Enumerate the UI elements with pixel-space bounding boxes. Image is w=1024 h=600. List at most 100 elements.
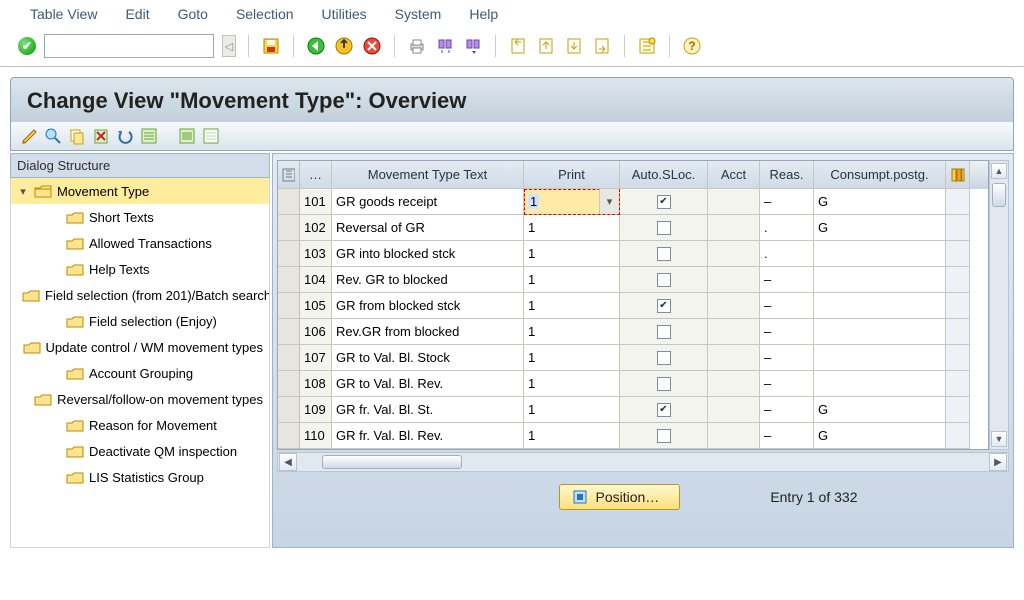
row-selector[interactable]	[278, 215, 300, 241]
column-config-icon[interactable]	[946, 161, 970, 189]
checkbox[interactable]	[657, 325, 671, 339]
find-icon[interactable]	[435, 36, 455, 56]
new-session-icon[interactable]	[637, 36, 657, 56]
cell-consumpt[interactable]	[814, 345, 946, 371]
tree-item[interactable]: LIS Statistics Group	[11, 464, 269, 490]
row-selector[interactable]	[278, 319, 300, 345]
checkbox[interactable]	[657, 273, 671, 287]
cell-auto-sloc[interactable]: ✔	[620, 189, 708, 215]
col-reas[interactable]: Reas.	[760, 161, 814, 189]
cell-acct[interactable]	[708, 241, 760, 267]
cell-reas[interactable]: –	[760, 319, 814, 345]
cell-print[interactable]: 1	[524, 241, 620, 267]
cell-print[interactable]: 1	[524, 423, 620, 449]
command-history-icon[interactable]: ◁	[222, 35, 236, 57]
command-field[interactable]	[44, 34, 214, 58]
cell-print[interactable]: 1	[524, 319, 620, 345]
copy-icon[interactable]	[67, 126, 87, 146]
row-selector[interactable]	[278, 293, 300, 319]
tree-item[interactable]: Reason for Movement	[11, 412, 269, 438]
select-all-icon[interactable]	[139, 126, 159, 146]
tree-item[interactable]: Allowed Transactions	[11, 230, 269, 256]
scroll-thumb[interactable]	[992, 183, 1006, 207]
exit-icon[interactable]	[334, 36, 354, 56]
cell-acct[interactable]	[708, 345, 760, 371]
delete-icon[interactable]	[91, 126, 111, 146]
hscroll-thumb[interactable]	[322, 455, 462, 469]
cell-auto-sloc[interactable]	[620, 345, 708, 371]
cell-auto-sloc[interactable]	[620, 241, 708, 267]
row-selector[interactable]	[278, 397, 300, 423]
cell-consumpt[interactable]	[814, 267, 946, 293]
collapse-arrow-icon[interactable]: ▾	[17, 185, 29, 198]
cell-consumpt[interactable]	[814, 371, 946, 397]
col-acct[interactable]: Acct	[708, 161, 760, 189]
menu-selection[interactable]: Selection	[236, 6, 294, 22]
first-page-icon[interactable]	[508, 36, 528, 56]
cell-reas[interactable]: –	[760, 293, 814, 319]
find-next-icon[interactable]	[463, 36, 483, 56]
cell-reas[interactable]: –	[760, 267, 814, 293]
cell-consumpt[interactable]: G	[814, 397, 946, 423]
scroll-up-icon[interactable]: ▲	[991, 163, 1007, 179]
row-selector[interactable]	[278, 241, 300, 267]
tree-item[interactable]: Deactivate QM inspection	[11, 438, 269, 464]
cell-consumpt[interactable]: G	[814, 215, 946, 241]
row-selector[interactable]	[278, 345, 300, 371]
cell-consumpt[interactable]	[814, 293, 946, 319]
cell-auto-sloc[interactable]	[620, 319, 708, 345]
cell-print[interactable]: 1	[524, 267, 620, 293]
checkbox[interactable]	[657, 351, 671, 365]
col-auto-sloc[interactable]: Auto.SLoc.	[620, 161, 708, 189]
scroll-right-icon[interactable]: ▶	[989, 453, 1007, 471]
prev-page-icon[interactable]	[536, 36, 556, 56]
cell-consumpt[interactable]: G	[814, 189, 946, 215]
select-block-icon[interactable]	[177, 126, 197, 146]
tree-item[interactable]: Update control / WM movement types	[11, 334, 269, 360]
cell-auto-sloc[interactable]	[620, 215, 708, 241]
help-icon[interactable]: ?	[682, 36, 702, 56]
details-icon[interactable]	[43, 126, 63, 146]
cell-reas[interactable]: –	[760, 423, 814, 449]
next-page-icon[interactable]	[564, 36, 584, 56]
save-icon[interactable]	[261, 36, 281, 56]
f4-help-icon[interactable]: ▾	[599, 189, 619, 214]
cell-acct[interactable]	[708, 423, 760, 449]
checkbox[interactable]	[657, 221, 671, 235]
checkbox[interactable]: ✔	[657, 299, 671, 313]
deselect-all-icon[interactable]	[201, 126, 221, 146]
tree-root-movement-type[interactable]: ▾ Movement Type	[11, 178, 269, 204]
checkbox[interactable]: ✔	[657, 195, 671, 209]
menu-edit[interactable]: Edit	[125, 6, 149, 22]
position-button[interactable]: Position…	[559, 484, 681, 510]
tree-item[interactable]: Account Grouping	[11, 360, 269, 386]
cell-auto-sloc[interactable]	[620, 423, 708, 449]
checkbox[interactable]	[657, 377, 671, 391]
checkbox[interactable]	[657, 247, 671, 261]
tree-item[interactable]: Short Texts	[11, 204, 269, 230]
cell-reas[interactable]: .	[760, 241, 814, 267]
col-id[interactable]: …	[300, 161, 332, 189]
undo-icon[interactable]	[115, 126, 135, 146]
row-selector[interactable]	[278, 189, 300, 215]
tree-item[interactable]: Reversal/follow-on movement types	[11, 386, 269, 412]
cell-acct[interactable]	[708, 267, 760, 293]
cell-print[interactable]: 1	[524, 371, 620, 397]
change-icon[interactable]	[19, 126, 39, 146]
cell-acct[interactable]	[708, 397, 760, 423]
tree-item[interactable]: Field selection (Enjoy)	[11, 308, 269, 334]
col-movement-type-text[interactable]: Movement Type Text	[332, 161, 524, 189]
cell-acct[interactable]	[708, 215, 760, 241]
tree-item[interactable]: Field selection (from 201)/Batch search …	[11, 282, 269, 308]
menu-system[interactable]: System	[395, 6, 442, 22]
cell-consumpt[interactable]	[814, 319, 946, 345]
cell-reas[interactable]: –	[760, 371, 814, 397]
cell-reas[interactable]: –	[760, 397, 814, 423]
row-selector[interactable]	[278, 371, 300, 397]
checkbox[interactable]	[657, 429, 671, 443]
cell-print[interactable]: 1	[524, 345, 620, 371]
print-icon[interactable]	[407, 36, 427, 56]
row-selector[interactable]	[278, 267, 300, 293]
cell-auto-sloc[interactable]: ✔	[620, 397, 708, 423]
menu-table-view[interactable]: Table View	[30, 6, 97, 22]
